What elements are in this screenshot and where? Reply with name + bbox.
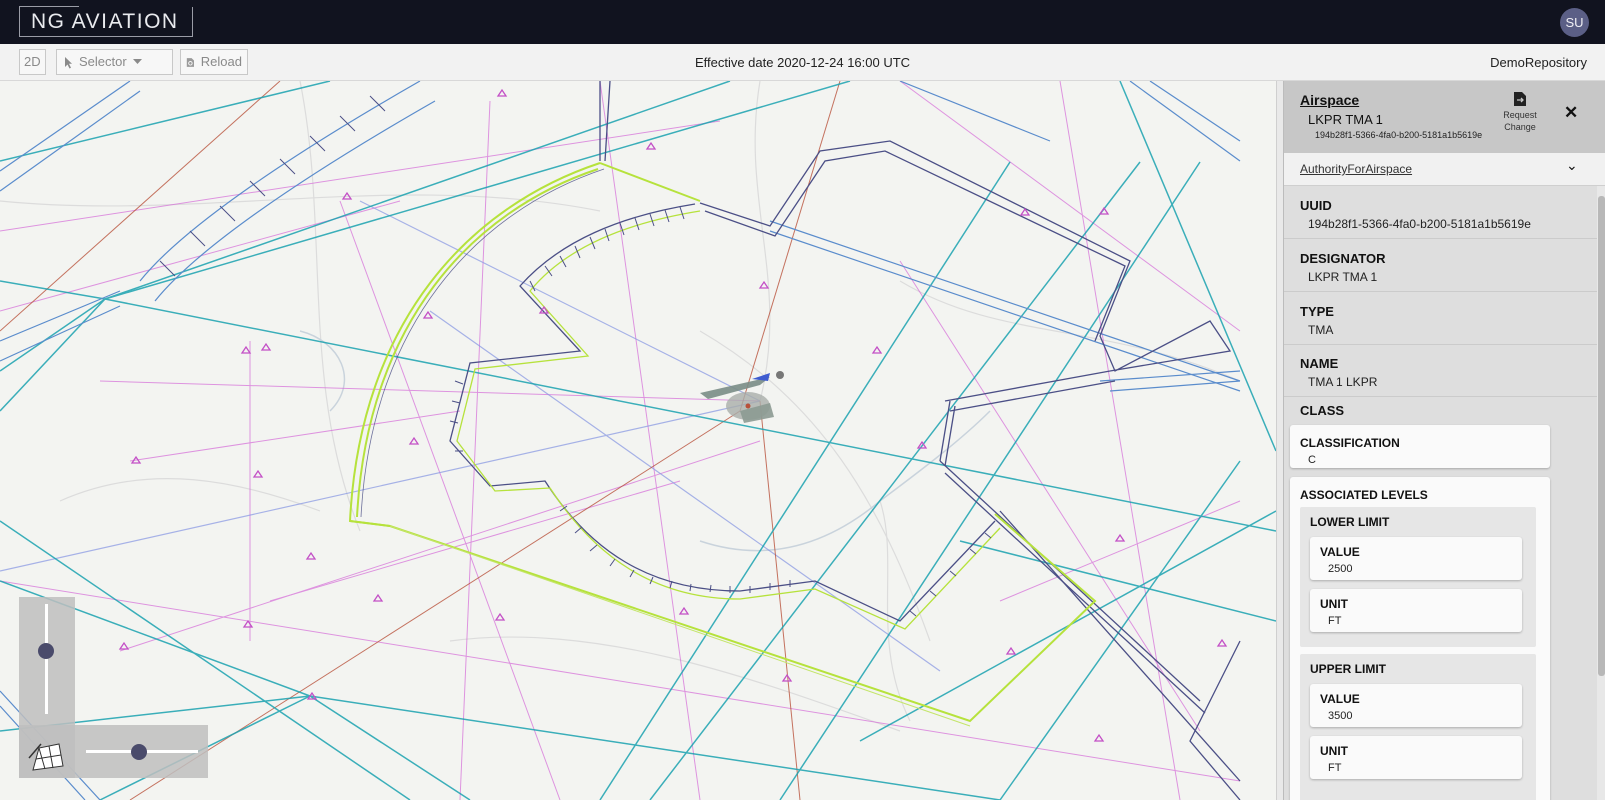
- reload-button[interactable]: Reload: [180, 49, 248, 75]
- field-value: 194b28f1-5366-4fa0-b200-5181a1b5619e: [1308, 217, 1531, 231]
- map-tilt-icon[interactable]: [27, 740, 65, 772]
- field-name: NAME TMA 1 LKPR: [1284, 344, 1597, 397]
- chevron-down-icon[interactable]: ⌄: [1566, 157, 1578, 174]
- associated-levels-label: ASSOCIATED LEVELS: [1300, 488, 1428, 502]
- lower-limit-group: LOWER LIMIT VALUE 2500 UNIT FT: [1300, 507, 1536, 647]
- view-mode-button[interactable]: 2D: [19, 49, 46, 75]
- app-header: NG AVIATION SU: [0, 0, 1605, 44]
- request-change-button[interactable]: Request Change: [1498, 91, 1542, 133]
- airport-symbol: [700, 371, 784, 423]
- field-label: TYPE: [1300, 304, 1334, 319]
- upper-limit-label: UPPER LIMIT: [1310, 662, 1387, 676]
- toolbar: Effective date 2020-12-24 16:00 UTC 2D S…: [0, 44, 1605, 81]
- upper-limit-value: 3500: [1328, 710, 1353, 722]
- panel-feature-uuid: 194b28f1-5366-4fa0-b200-5181a1b5619e: [1315, 130, 1483, 140]
- zoom-slider-handle[interactable]: [38, 643, 54, 659]
- map-canvas[interactable]: [0, 81, 1276, 800]
- file-reload-icon: [186, 57, 194, 67]
- field-uuid: UUID 194b28f1-5366-4fa0-b200-5181a1b5619…: [1284, 186, 1597, 239]
- field-value: TMA 1 LKPR: [1308, 375, 1378, 389]
- selector-label: Selector: [79, 54, 127, 69]
- tma-inner-outline: [449, 203, 1001, 630]
- class-label: CLASS: [1300, 403, 1345, 418]
- selector-dropdown[interactable]: Selector: [56, 49, 173, 75]
- tma-outer-outline: [348, 162, 1097, 727]
- lower-limit-unit: FT: [1328, 615, 1342, 627]
- upper-limit-unit-card: UNIT FT: [1310, 736, 1522, 779]
- field-designator: DESIGNATOR LKPR TMA 1: [1284, 239, 1597, 292]
- airways: [0, 81, 1241, 800]
- value-label: VALUE: [1320, 692, 1360, 706]
- repository-name[interactable]: DemoRepository: [1490, 44, 1587, 81]
- panel-splitter[interactable]: [1276, 81, 1283, 800]
- field-label: NAME: [1300, 356, 1339, 371]
- reload-label: Reload: [200, 54, 242, 69]
- cursor-arrow-icon: [65, 56, 72, 68]
- rotation-slider-handle[interactable]: [131, 744, 147, 760]
- brand-logo: NG AVIATION: [19, 6, 193, 37]
- panel-scrollbar-thumb[interactable]: [1598, 196, 1605, 676]
- tma-outer-shade: [360, 168, 605, 518]
- field-value: TMA: [1308, 323, 1334, 337]
- file-export-icon: [1514, 92, 1526, 106]
- field-label: DESIGNATOR: [1300, 251, 1386, 266]
- chevron-down-icon: [132, 59, 142, 64]
- upper-limit-group: UPPER LIMIT VALUE 3500 UNIT FT: [1300, 654, 1536, 800]
- field-value: LKPR TMA 1: [1308, 270, 1378, 284]
- magenta-routes: [0, 81, 1241, 800]
- panel-title[interactable]: Airspace: [1300, 92, 1359, 108]
- lower-limit-value-card: VALUE 2500: [1310, 537, 1522, 580]
- classification-label: CLASSIFICATION: [1300, 436, 1400, 450]
- associated-levels-card: ASSOCIATED LEVELS LOWER LIMIT VALUE 2500…: [1290, 477, 1550, 800]
- map-water: [299, 330, 991, 552]
- upper-limit-value-card: VALUE 3500: [1310, 684, 1522, 727]
- upper-limit-unit: FT: [1328, 762, 1342, 774]
- authority-link[interactable]: AuthorityForAirspace: [1300, 162, 1412, 176]
- panel-header: Airspace LKPR TMA 1 194b28f1-5366-4fa0-b…: [1284, 81, 1605, 153]
- unit-label: UNIT: [1320, 744, 1348, 758]
- classification-card: CLASSIFICATION C: [1290, 425, 1550, 468]
- panel-scrollbar[interactable]: [1597, 186, 1605, 800]
- tma-hatch: [159, 95, 992, 617]
- authority-row[interactable]: AuthorityForAirspace ⌄: [1284, 153, 1605, 186]
- map-view[interactable]: [0, 81, 1276, 800]
- request-change-label-line2: Change: [1504, 122, 1536, 132]
- close-icon[interactable]: ✕: [1564, 103, 1578, 123]
- request-change-label-line1: Request: [1503, 110, 1537, 120]
- lower-limit-label: LOWER LIMIT: [1310, 515, 1390, 529]
- lower-limit-unit-card: UNIT FT: [1310, 589, 1522, 632]
- unit-label: UNIT: [1320, 597, 1348, 611]
- view-mode-label: 2D: [24, 54, 41, 69]
- field-type: TYPE TMA: [1284, 292, 1597, 345]
- airspace-boundary: [599, 81, 1241, 800]
- zoom-slider-track[interactable]: [45, 604, 48, 714]
- feature-details-panel: Airspace LKPR TMA 1 194b28f1-5366-4fa0-b…: [1283, 81, 1605, 800]
- field-label: UUID: [1300, 198, 1332, 213]
- classification-value: C: [1308, 454, 1316, 466]
- user-avatar[interactable]: SU: [1560, 8, 1589, 37]
- panel-feature-name: LKPR TMA 1: [1308, 112, 1383, 127]
- value-label: VALUE: [1320, 545, 1360, 559]
- teal-routes: [0, 81, 1276, 800]
- lower-limit-value: 2500: [1328, 563, 1353, 575]
